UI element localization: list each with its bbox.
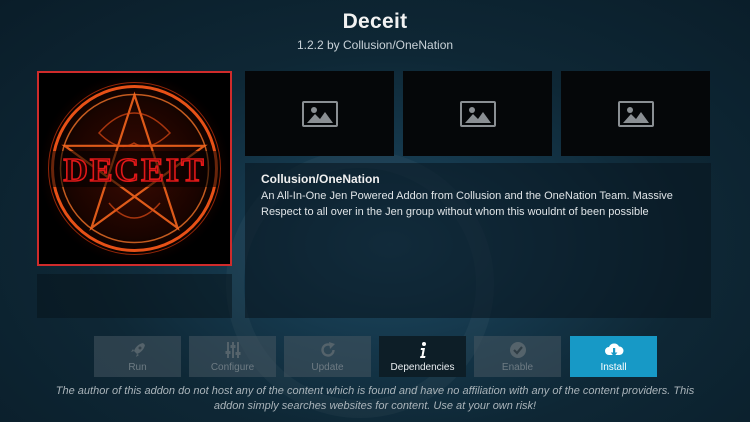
description-panel: Collusion/OneNation An All-In-One Jen Po… <box>245 163 711 318</box>
info-icon <box>414 341 432 359</box>
run-button[interactable]: Run <box>94 336 181 377</box>
enable-button-label: Enable <box>501 362 534 373</box>
addon-header: Deceit 1.2.2 by Collusion/OneNation <box>0 10 750 52</box>
addon-title: Deceit <box>342 10 408 33</box>
image-placeholder-icon <box>617 100 654 127</box>
disclaimer-text: The author of this addon do not host any… <box>55 385 695 412</box>
cloud-download-icon <box>604 341 624 359</box>
update-button[interactable]: Update <box>284 336 371 377</box>
rocket-icon <box>129 341 147 359</box>
dependencies-button[interactable]: Dependencies <box>379 336 466 377</box>
description-text: An All-In-One Jen Powered Addon from Col… <box>261 190 673 218</box>
install-button[interactable]: Install <box>570 336 657 377</box>
run-button-label: Run <box>128 362 147 373</box>
update-button-label: Update <box>311 362 344 373</box>
configure-button-label: Configure <box>210 362 255 373</box>
check-circle-icon <box>509 341 527 359</box>
screenshot-2[interactable] <box>403 71 552 156</box>
addon-icon: DECEIT <box>37 71 232 266</box>
screenshot-3[interactable] <box>561 71 710 156</box>
description-author: Collusion/OneNation <box>261 172 380 186</box>
dependencies-button-label: Dependencies <box>390 362 455 373</box>
image-placeholder-icon <box>301 100 338 127</box>
addon-version-author: 1.2.2 by Collusion/OneNation <box>296 38 454 52</box>
sliders-icon <box>224 341 242 359</box>
refresh-icon <box>319 341 337 359</box>
image-placeholder-icon <box>459 100 496 127</box>
addon-icon-logo-text: DECEIT <box>63 152 205 189</box>
icon-caption-area <box>37 274 232 318</box>
install-button-label: Install <box>600 362 627 373</box>
screenshot-1[interactable] <box>245 71 394 156</box>
enable-button[interactable]: Enable <box>474 336 561 377</box>
configure-button[interactable]: Configure <box>189 336 276 377</box>
